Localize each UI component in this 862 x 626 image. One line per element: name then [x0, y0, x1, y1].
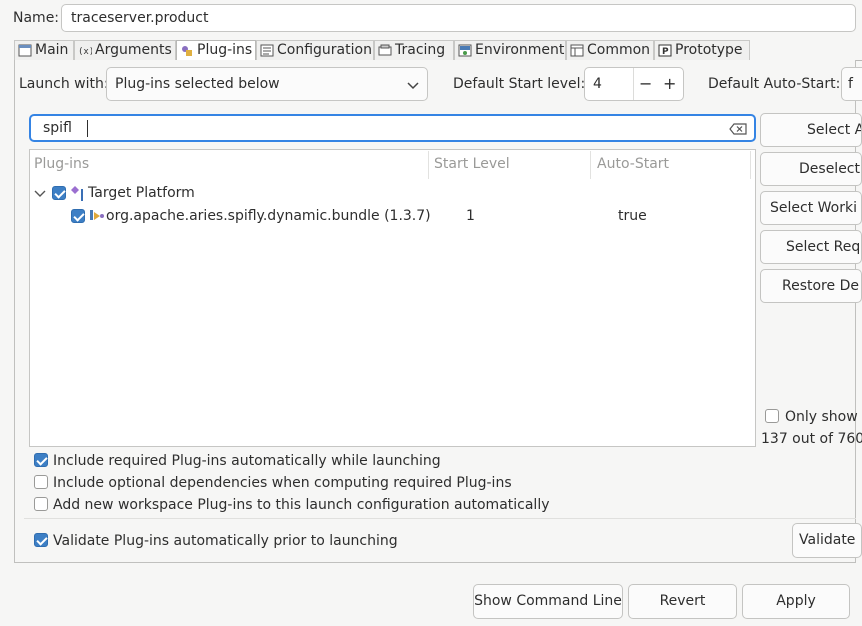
tab-prototype[interactable]: P Prototype	[654, 40, 750, 60]
launch-with-value: Plug-ins selected below	[115, 76, 280, 92]
plugin-count-label: 137 out of 760	[761, 431, 862, 447]
include-required-checkbox[interactable]	[34, 453, 48, 467]
target-platform-checkbox[interactable]	[52, 186, 66, 200]
select-required-button[interactable]: Select Req	[760, 230, 862, 264]
text-cursor	[87, 120, 88, 137]
plugin-filter-input[interactable]: spifl	[29, 114, 756, 142]
plugin-start-level[interactable]: 1	[466, 208, 475, 224]
common-icon	[570, 44, 584, 57]
only-show-label: Only show	[785, 409, 858, 425]
tab-arguments[interactable]: (x) Arguments	[74, 40, 176, 60]
tab-environment[interactable]: Environment	[454, 40, 566, 60]
include-optional-label: Include optional dependencies when compu…	[53, 475, 512, 491]
tab-tracing-label: Tracing	[395, 42, 446, 58]
tab-environment-label: Environment	[475, 42, 565, 58]
plugin-auto-start[interactable]: true	[618, 208, 647, 224]
only-show-checkbox[interactable]	[765, 409, 779, 423]
revert-button[interactable]: Revert	[628, 584, 737, 619]
tab-main-label: Main	[35, 42, 69, 58]
auto-start-value: f	[848, 76, 853, 92]
tab-configuration[interactable]: Configuration	[256, 40, 374, 60]
launch-with-label: Launch with:	[19, 76, 109, 92]
select-all-button[interactable]: Select A	[760, 113, 862, 147]
environment-icon	[458, 44, 472, 57]
svg-text:P: P	[662, 47, 669, 57]
apply-button[interactable]: Apply	[742, 584, 850, 619]
increment-button[interactable]: +	[663, 74, 676, 93]
tab-common[interactable]: Common	[566, 40, 654, 60]
tab-common-label: Common	[587, 42, 651, 58]
prototype-icon: P	[658, 44, 672, 57]
start-level-spinner[interactable]: 4 − +	[584, 67, 684, 101]
plugin-name: org.apache.aries.spifly.dynamic.bundle (…	[106, 208, 431, 224]
select-working-set-button[interactable]: Select Worki	[760, 191, 862, 225]
target-platform-icon	[71, 186, 83, 201]
column-header-plugins[interactable]: Plug-ins	[34, 156, 89, 172]
auto-start-label: Default Auto-Start:	[708, 76, 841, 92]
target-platform-label: Target Platform	[88, 185, 195, 201]
name-input[interactable]: traceserver.product	[61, 4, 856, 32]
add-new-workspace-checkbox[interactable]	[34, 497, 48, 511]
tree-group-row[interactable]: Target Platform	[30, 183, 755, 205]
tab-plugins-label: Plug-ins	[197, 42, 253, 58]
tab-plugins[interactable]: Plug-ins	[176, 40, 256, 61]
deselect-all-button[interactable]: Deselect	[760, 152, 862, 186]
plugin-checkbox[interactable]	[71, 209, 85, 223]
main-icon	[18, 44, 32, 57]
tab-main[interactable]: Main	[14, 40, 74, 60]
tab-prototype-label: Prototype	[675, 42, 743, 58]
include-optional-checkbox[interactable]	[34, 475, 48, 489]
launch-with-select[interactable]: Plug-ins selected below	[106, 67, 428, 101]
tab-tracing[interactable]: Tracing	[374, 40, 454, 60]
tab-bar: Main (x) Arguments Plug-ins Configuratio…	[14, 40, 862, 61]
show-command-line-button[interactable]: Show Command Line	[473, 584, 623, 619]
auto-start-select[interactable]: f	[841, 67, 862, 101]
plugin-bundle-icon	[90, 210, 104, 220]
name-label: Name:	[13, 10, 60, 26]
arguments-icon: (x)	[78, 47, 92, 57]
svg-text:(x): (x)	[78, 47, 92, 57]
chevron-down-icon	[407, 82, 419, 90]
tab-configuration-label: Configuration	[277, 42, 372, 58]
restore-defaults-button[interactable]: Restore De	[760, 269, 862, 303]
divider	[24, 518, 856, 519]
start-level-value: 4	[593, 76, 602, 92]
name-input-value: traceserver.product	[71, 10, 209, 26]
table-row[interactable]: org.apache.aries.spifly.dynamic.bundle (…	[30, 206, 755, 228]
add-new-workspace-label: Add new workspace Plug-ins to this launc…	[53, 497, 550, 513]
validate-label: Validate Plug-ins automatically prior to…	[53, 533, 398, 549]
clear-icon[interactable]	[729, 123, 747, 135]
tab-arguments-label: Arguments	[95, 42, 172, 58]
validate-checkbox[interactable]	[34, 533, 48, 547]
decrement-button[interactable]: −	[639, 74, 652, 93]
column-header-start-level[interactable]: Start Level	[434, 156, 510, 172]
column-divider	[428, 151, 429, 179]
column-header-auto-start[interactable]: Auto-Start	[597, 156, 669, 172]
validate-button[interactable]: Validate	[792, 523, 862, 558]
plugins-icon	[182, 46, 192, 56]
plugin-filter-value: spifl	[43, 120, 72, 136]
start-level-label: Default Start level:	[453, 76, 586, 92]
configuration-icon	[260, 44, 274, 57]
include-required-label: Include required Plug-ins automatically …	[53, 453, 441, 469]
column-divider	[590, 151, 591, 179]
tracing-icon	[378, 44, 392, 56]
column-divider	[750, 151, 751, 179]
expand-chevron-icon[interactable]	[34, 189, 46, 199]
